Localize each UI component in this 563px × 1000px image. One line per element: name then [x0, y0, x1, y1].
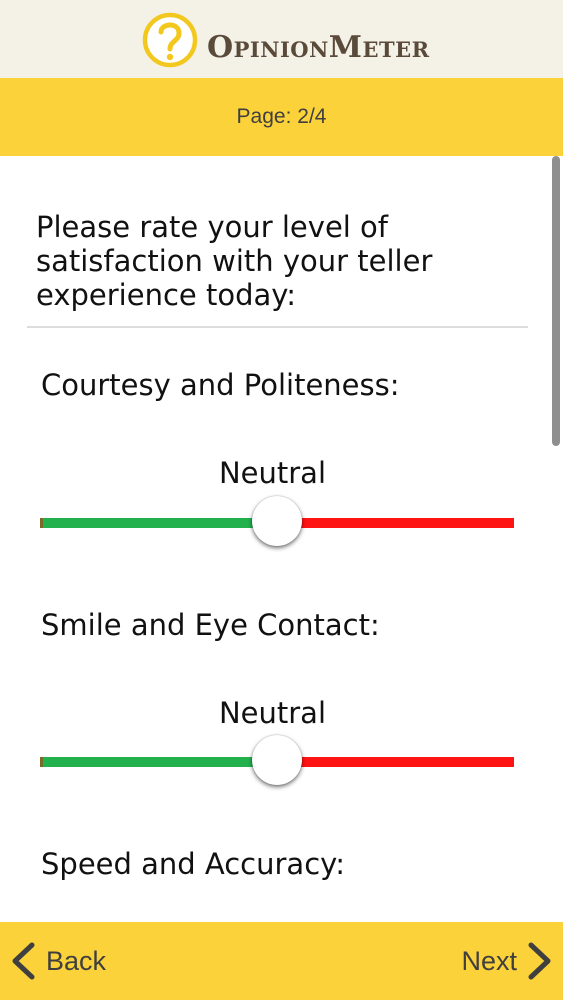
- scrollbar[interactable]: [551, 156, 561, 922]
- slider-track-negative[interactable]: [277, 518, 514, 528]
- brand-logo-text: OPINIONMETER: [207, 30, 430, 65]
- rating-slider-smile[interactable]: [40, 733, 514, 791]
- slider-track-positive[interactable]: [40, 518, 277, 528]
- divider: [27, 326, 528, 328]
- survey-screen: OPINIONMETER Page: 2/4 Please rate your …: [0, 0, 563, 1000]
- rating-slider-courtesy[interactable]: [40, 494, 514, 552]
- slider-track-positive[interactable]: [40, 757, 277, 767]
- slider-value-smile: Neutral: [218, 696, 327, 730]
- back-label: Back: [46, 945, 107, 976]
- slider-thumb[interactable]: [252, 735, 302, 785]
- next-label: Next: [461, 945, 517, 976]
- footer-nav: Back Next: [0, 922, 563, 1000]
- next-button[interactable]: Next: [461, 922, 553, 1000]
- slider-value-courtesy: Neutral: [218, 456, 327, 490]
- page-indicator: Page: 2/4: [236, 105, 327, 128]
- app-header: OPINIONMETER: [0, 0, 563, 78]
- slider-thumb[interactable]: [252, 496, 302, 546]
- chevron-right-icon: [528, 942, 551, 980]
- question-text: Please rate your level of satisfaction w…: [36, 210, 433, 312]
- chevron-left-icon: [12, 942, 35, 980]
- page-bar: Page: 2/4: [0, 78, 563, 156]
- rating-label-speed: Speed and Accuracy:: [41, 847, 345, 881]
- rating-label-smile: Smile and Eye Contact:: [41, 608, 380, 642]
- rating-label-courtesy: Courtesy and Politeness:: [41, 368, 400, 402]
- survey-content[interactable]: Please rate your level of satisfaction w…: [0, 156, 563, 922]
- back-button[interactable]: Back: [10, 922, 106, 1000]
- question-mark-circle-icon: [142, 12, 198, 68]
- slider-track-negative[interactable]: [277, 757, 514, 767]
- scrollbar-thumb[interactable]: [552, 156, 560, 446]
